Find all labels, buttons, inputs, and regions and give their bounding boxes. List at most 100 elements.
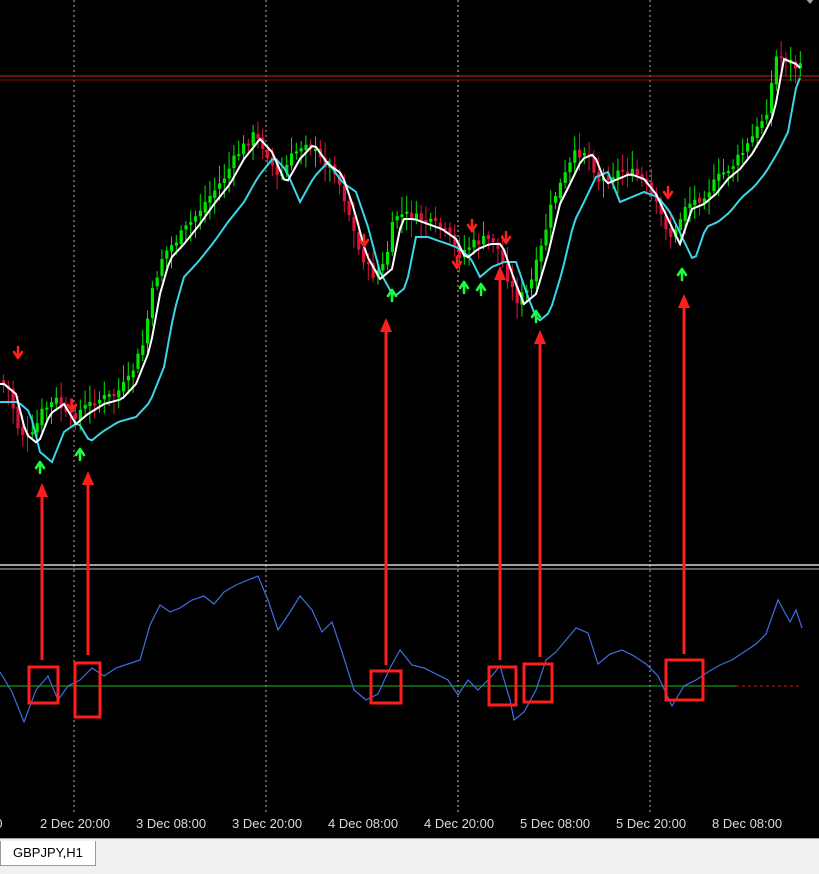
candle-body: [213, 190, 217, 198]
candle-body: [98, 399, 102, 404]
buy-signal-arrow-icon: [386, 288, 398, 303]
candle-body: [208, 195, 212, 203]
candle-body: [722, 172, 726, 175]
candle-body: [741, 153, 745, 156]
candle-body: [179, 230, 183, 245]
candle-body: [688, 203, 692, 208]
time-axis-label: 5 Dec 08:00: [520, 816, 591, 831]
candle-body: [290, 153, 294, 166]
candle-body: [698, 197, 702, 203]
candle-body: [765, 114, 769, 120]
candle-body: [299, 148, 303, 152]
candle-body: [117, 390, 121, 398]
candle-body: [395, 216, 399, 221]
annotation-arrow-head-icon: [494, 266, 506, 280]
tab-gbpjpy-h1[interactable]: GBPJPY,H1: [0, 841, 96, 866]
panel-separator[interactable]: [0, 564, 819, 570]
candle-body: [107, 394, 111, 397]
candle-body: [165, 250, 169, 259]
buy-signal-arrow-icon: [676, 267, 688, 282]
annotation-arrow-head-icon: [678, 294, 690, 308]
candle-body: [717, 173, 721, 181]
candle-body: [150, 287, 154, 318]
candle-body: [544, 229, 548, 246]
candle-body: [750, 136, 754, 143]
candle-body: [760, 121, 764, 128]
time-axis-label: 4 Dec 20:00: [424, 816, 495, 831]
candle-body: [707, 192, 711, 198]
candle-body: [558, 182, 562, 198]
candle-body: [549, 204, 553, 228]
candle-body: [131, 370, 135, 378]
annotation-arrow-head-icon: [36, 483, 48, 497]
candle-body: [126, 375, 130, 381]
annotation-overlay: [27, 266, 705, 719]
annotation-arrow-head-icon: [82, 471, 94, 485]
candle-body: [578, 149, 582, 158]
time-axis-label: 3 Dec 20:00: [232, 816, 303, 831]
candle-body: [755, 126, 759, 139]
candle-body: [568, 162, 572, 173]
candle-body: [779, 56, 783, 59]
chart-tab-bar: GBPJPY,H1: [0, 838, 819, 874]
candle-body: [50, 402, 54, 408]
time-axis-label: 4 Dec 08:00: [328, 816, 399, 831]
candle-body: [294, 151, 298, 154]
candle-body: [222, 178, 226, 183]
price-chart-canvas[interactable]: [0, 0, 819, 838]
time-axis-label: 2 Dec 20:00: [40, 816, 111, 831]
candle-body: [93, 403, 97, 406]
candle-body: [352, 216, 356, 231]
candle-body: [616, 170, 620, 179]
candle-body: [146, 318, 150, 344]
candle-body: [160, 259, 164, 276]
candle-body: [621, 169, 625, 172]
buy-signal-arrow-icon: [475, 282, 487, 297]
time-axis-label: 5 Dec 20:00: [616, 816, 687, 831]
candle-body: [88, 401, 92, 406]
candle-body: [174, 242, 178, 246]
time-grid: [73, 0, 651, 812]
candle-body: [218, 183, 222, 189]
candle-body: [731, 166, 735, 170]
candle-body: [539, 245, 543, 262]
candle-body: [381, 264, 385, 271]
candle-body: [304, 144, 308, 151]
candle-body: [554, 195, 558, 203]
candle-body: [405, 211, 409, 214]
candle-body: [266, 149, 270, 159]
candle-body: [386, 251, 390, 265]
candle-body: [189, 221, 193, 225]
candle-body: [35, 423, 39, 433]
time-axis-label: 3 Dec 08:00: [136, 816, 207, 831]
sell-signal-arrow-icon: [12, 345, 24, 360]
candle-body: [592, 157, 596, 173]
candle-body: [83, 404, 87, 409]
sell-signal-arrow-icon: [66, 398, 78, 413]
candle-body: [203, 201, 207, 213]
candle-body: [683, 206, 687, 221]
candle-body: [434, 217, 438, 222]
chart-shift-marker-icon[interactable]: [805, 0, 815, 6]
annotation-arrow-head-icon: [380, 318, 392, 332]
candle-body: [122, 381, 126, 392]
candle-body: [246, 143, 250, 146]
candle-body: [582, 153, 586, 156]
time-axis-label: 00: [0, 816, 2, 831]
candle-body: [242, 143, 246, 155]
sell-signal-arrow-icon: [662, 185, 674, 200]
candle-body: [74, 413, 78, 419]
annotation-arrow-head-icon: [534, 330, 546, 344]
candle-body: [482, 236, 486, 245]
buy-signal-arrow-icon: [74, 447, 86, 462]
candle-body: [477, 240, 481, 245]
candle-body: [693, 199, 697, 206]
buy-signal-arrow-icon: [458, 280, 470, 295]
buy-signal-arrow-icon: [34, 460, 46, 475]
candle-body: [491, 238, 495, 243]
candle-body: [635, 168, 639, 176]
candle-body: [170, 245, 174, 252]
time-axis-label: 8 Dec 08:00: [712, 816, 783, 831]
candle-body: [400, 214, 404, 217]
candle-body: [472, 239, 476, 248]
